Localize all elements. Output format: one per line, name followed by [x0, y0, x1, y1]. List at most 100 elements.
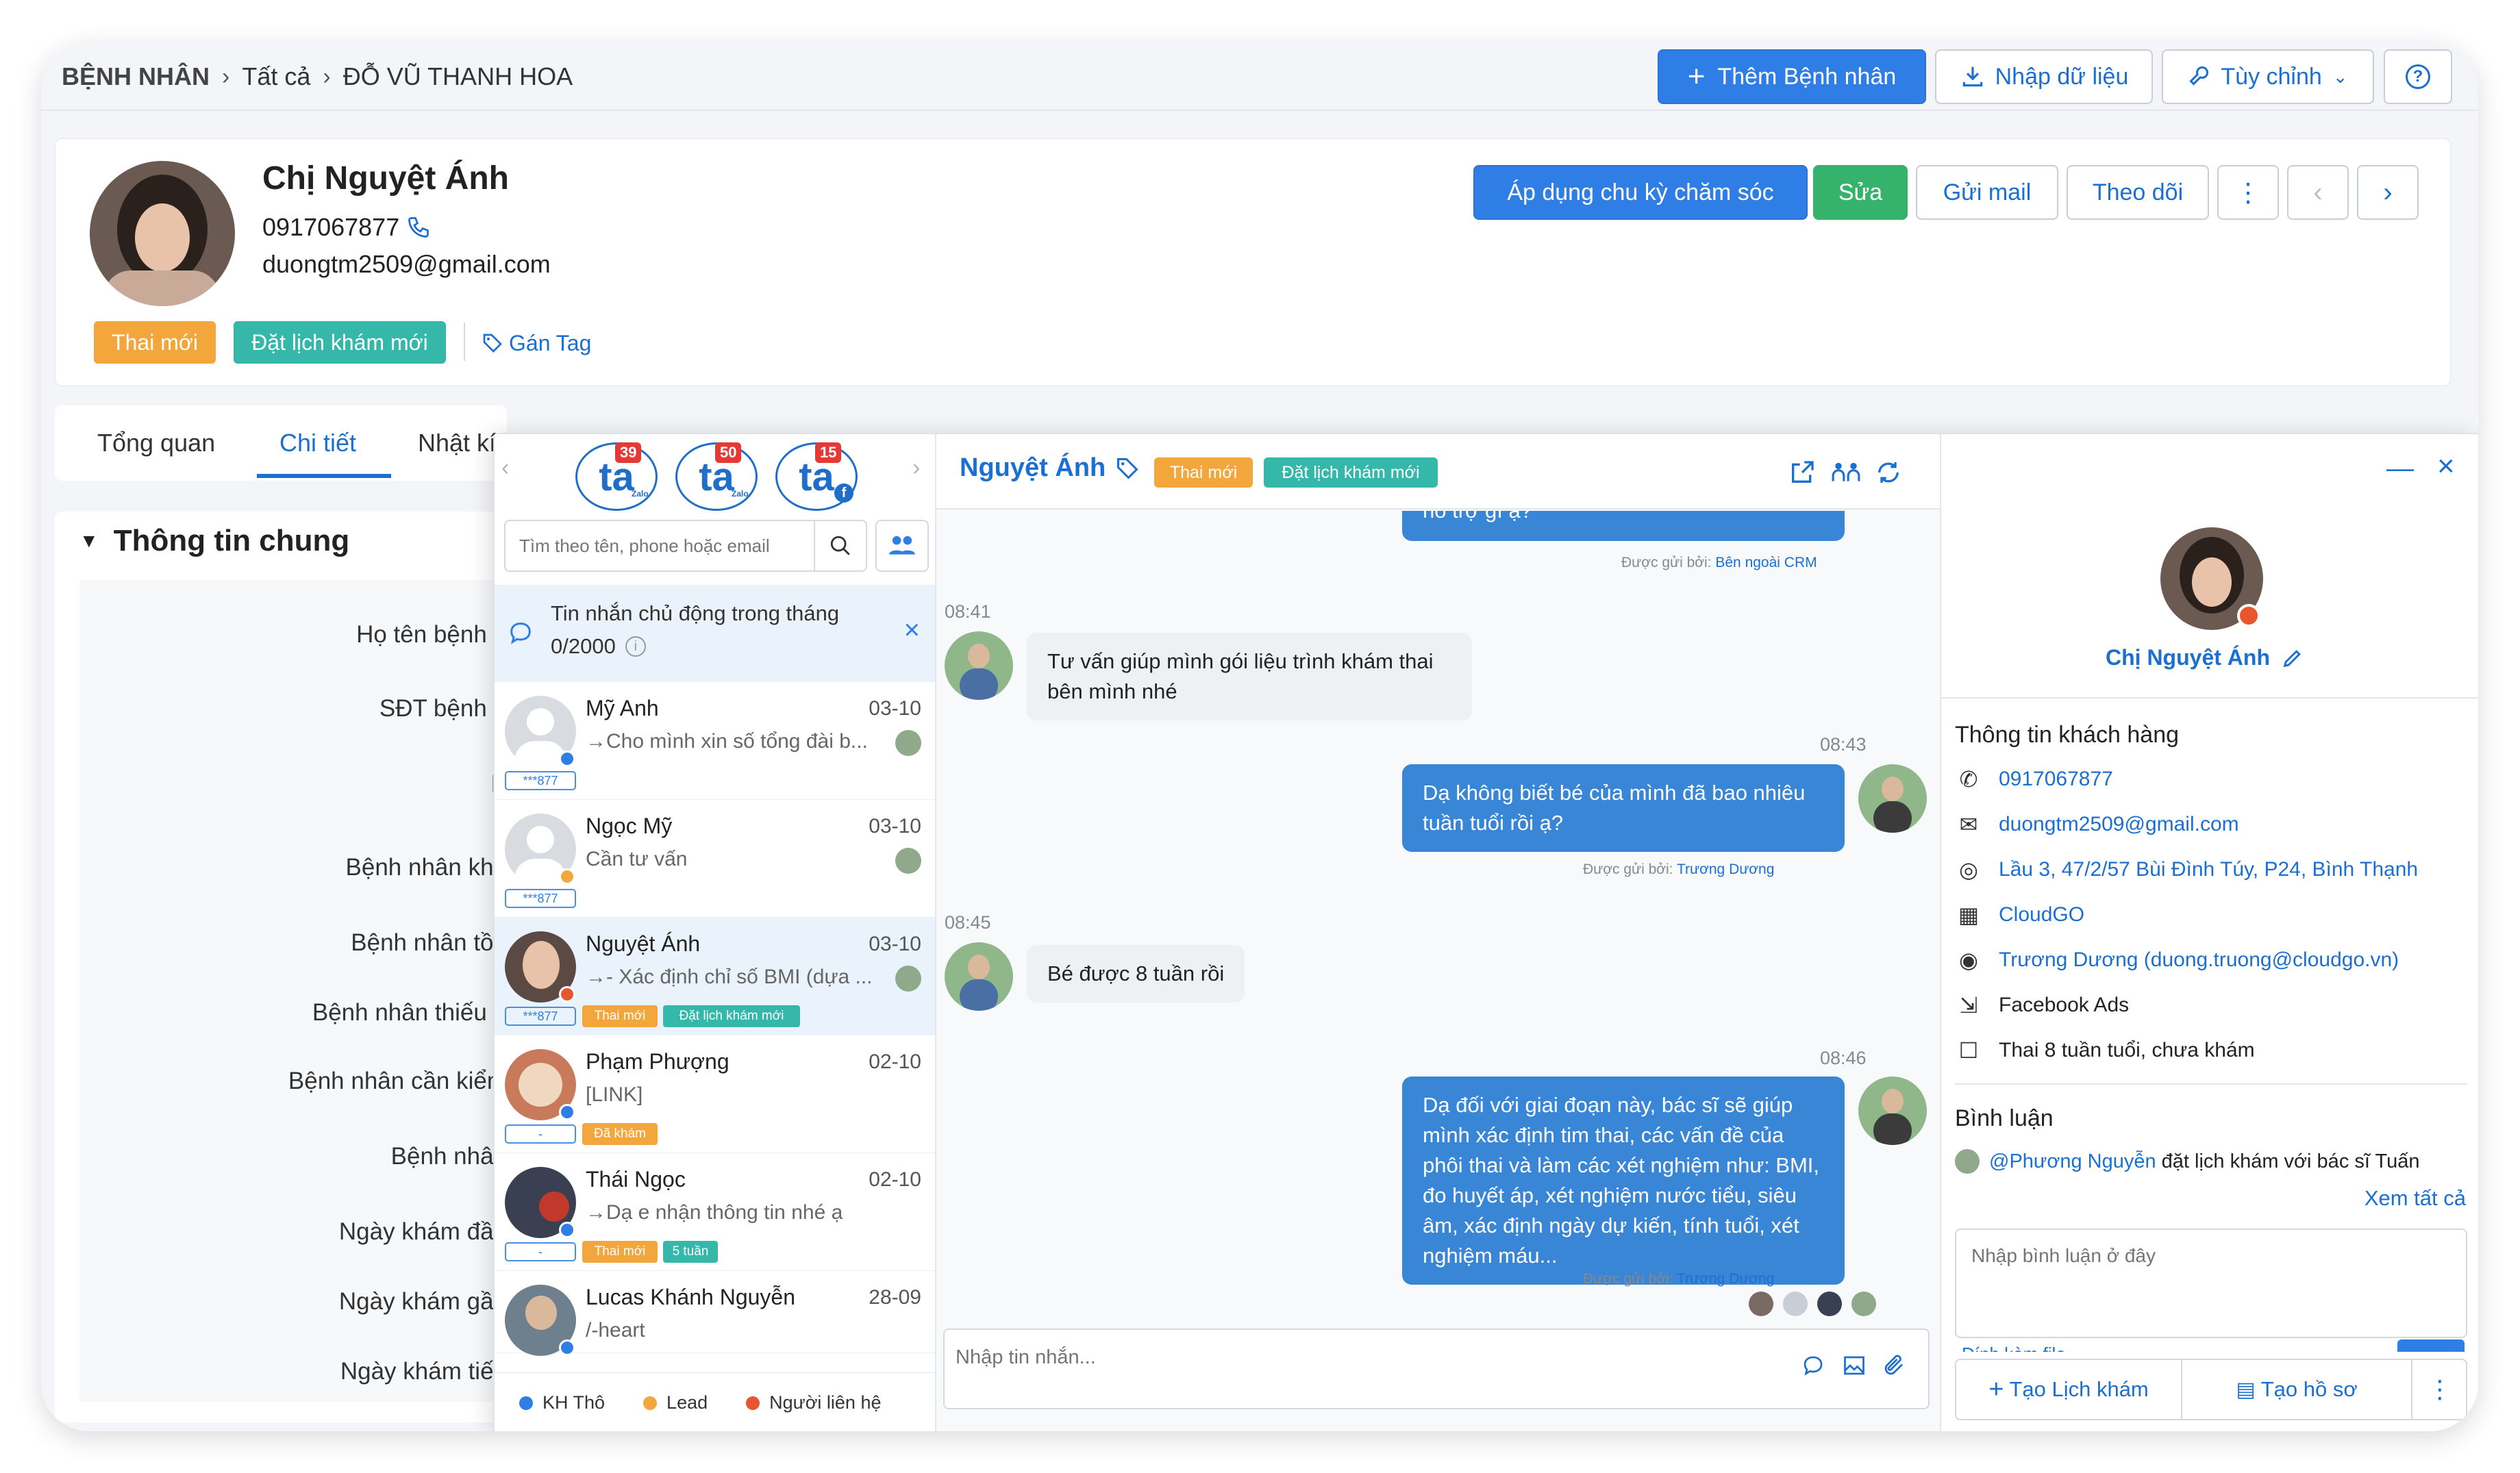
chevron-left-icon[interactable]: ‹ — [501, 455, 509, 481]
fields-panel: Họ tên bệnh n SĐT bệnh n E Bệnh nhân khó… — [79, 580, 507, 1402]
field-label: Ngày khám đầu — [338, 1218, 507, 1245]
comment-mention[interactable]: @Phương Nguyễn — [1989, 1150, 2156, 1173]
pencil-icon[interactable] — [2281, 646, 2304, 670]
conversation-item-active[interactable]: ***877 Thai mới Đặt lịch khám mới Nguyệt… — [495, 918, 935, 1035]
legend-dot — [643, 1396, 658, 1410]
apply-care-cycle-button[interactable]: Áp dụng chu kỳ chăm sóc — [1473, 165, 1808, 220]
phone-chip: ***877 — [505, 889, 576, 908]
conversation-list-panel: ‹ ta 39 Zalo ta 50 Zalo ta 15 f › Tin n — [495, 434, 936, 1431]
quick-reply-icon[interactable] — [1801, 1353, 1825, 1378]
attach-file-link[interactable]: Đính kèm file — [1962, 1337, 2291, 1352]
message-date: 02-10 — [869, 1168, 921, 1191]
quota-notice: Tin nhắn chủ động trong tháng 0/2000 i × — [495, 585, 935, 682]
contact-name: Lucas Khánh Nguyễn — [586, 1285, 795, 1309]
unread-badge: 15 — [815, 442, 842, 463]
chat-tag-new-pregnancy[interactable]: Thai mới — [1154, 457, 1253, 488]
phone-icon[interactable] — [406, 215, 431, 240]
phone-icon: ✆ — [1959, 767, 1978, 792]
next-record-button[interactable]: › — [2357, 165, 2419, 220]
transfer-users-icon[interactable] — [1831, 459, 1861, 486]
attachment-icon[interactable] — [1882, 1353, 1906, 1378]
customer-phone[interactable]: ✆ 0917067877 — [1955, 766, 2113, 793]
prev-record-button[interactable]: ‹ — [2287, 165, 2349, 220]
top-bar: BỆNH NHÂN › Tất cả › ĐỖ VŨ THANH HOA + T… — [41, 42, 2478, 111]
tag-new-pregnancy[interactable]: Thai mới — [94, 321, 216, 364]
divider — [1955, 1083, 2467, 1085]
caret-down-icon: ▼ — [79, 530, 99, 551]
tag-icon[interactable] — [1115, 456, 1140, 481]
conversation-item[interactable]: - Thai mới 5 tuần Thái Ngọc 02-10 →Dạ e … — [495, 1153, 935, 1271]
customer-email[interactable]: ✉ duongtm2509@gmail.com — [1955, 811, 2239, 838]
customer-owner[interactable]: ◉ Trương Dương (duong.truong@cloudgo.vn) — [1955, 946, 2399, 974]
chevron-right-icon[interactable]: › — [912, 455, 920, 481]
comment-input[interactable] — [1955, 1229, 2467, 1338]
status-dot — [559, 1104, 575, 1120]
field-label: Bệnh nhân khó — [345, 854, 507, 881]
conversation-item[interactable]: Lucas Khánh Nguyễn 28-09 /-heart — [495, 1271, 935, 1356]
refresh-icon[interactable] — [1875, 459, 1902, 486]
see-all-comments-link[interactable]: Xem tất cả — [2365, 1186, 2466, 1211]
chat-tag-new-appointment[interactable]: Đặt lịch khám mới — [1264, 457, 1438, 488]
customer-source: ⇲ Facebook Ads — [1955, 992, 2130, 1019]
minimize-icon[interactable]: — — [2386, 453, 2414, 484]
add-patient-button[interactable]: + Thêm Bệnh nhân — [1658, 49, 1926, 104]
contact-type-legend: KH Thô Lead Người liên hệ — [495, 1372, 935, 1431]
edit-button[interactable]: Sửa — [1813, 165, 1908, 220]
tag-new-appointment[interactable]: Đặt lịch khám mới — [234, 321, 446, 364]
unread-badge: 50 — [715, 442, 742, 463]
status-dot — [559, 868, 575, 885]
conversation-item[interactable]: ***877 Mỹ Anh 03-10 →Cho mình xin số tổn… — [495, 682, 935, 800]
info-icon[interactable]: i — [625, 636, 646, 657]
message-composer — [943, 1329, 1930, 1409]
contact-name: Mỹ Anh — [586, 696, 659, 720]
image-icon[interactable] — [1842, 1353, 1867, 1378]
customer-actions: + Tạo Lịch khám ▤ Tạo hồ sơ ⋮ — [1955, 1359, 2467, 1420]
breadcrumb-level1[interactable]: Tất cả — [242, 62, 310, 91]
chat-conversation-panel: Nguyệt Ánh Thai mới Đặt lịch khám mới hỗ… — [936, 434, 1940, 1431]
tab-detail[interactable]: Chi tiết — [279, 405, 356, 481]
sent-by-label: Được gửi bởi: Trương Dương — [1583, 1271, 1775, 1287]
send-comment-button[interactable] — [2397, 1339, 2465, 1352]
user-circle-icon: ◉ — [1959, 948, 1978, 972]
tab-log[interactable]: Nhật kí — [418, 405, 496, 481]
customer-address[interactable]: ◎ Lầu 3, 47/2/57 Bùi Đình Túy, P24, Bình … — [1955, 856, 2418, 883]
agent-avatar — [1858, 1077, 1927, 1145]
customer-company[interactable]: ▦ CloudGO — [1955, 901, 2084, 929]
conversation-item[interactable]: - Đã khám Phạm Phượng 02-10 [LINK] — [495, 1035, 935, 1153]
general-info-toggle[interactable]: ▼ Thông tin chung — [79, 524, 349, 558]
search-input[interactable] — [506, 521, 814, 570]
message-date: 03-10 — [869, 933, 921, 955]
message-input[interactable] — [945, 1330, 1767, 1385]
create-appointment-button[interactable]: + Tạo Lịch khám — [1956, 1360, 2182, 1419]
more-vertical-icon[interactable]: ⋮ — [2217, 165, 2279, 220]
close-icon[interactable]: × — [2437, 449, 2455, 483]
legend-dot — [519, 1396, 533, 1410]
facebook-icon: f — [834, 483, 853, 503]
tab-overview[interactable]: Tổng quan — [97, 405, 215, 481]
search-button[interactable] — [814, 521, 866, 570]
contact-name: Phạm Phượng — [586, 1049, 729, 1074]
send-mail-button[interactable]: Gửi mail — [1916, 165, 2058, 220]
seen-avatar — [1783, 1292, 1808, 1316]
close-icon[interactable]: × — [904, 615, 920, 646]
more-vertical-icon[interactable]: ⋮ — [2412, 1360, 2467, 1419]
group-filter-button[interactable] — [875, 520, 929, 572]
breadcrumb-root[interactable]: BỆNH NHÂN — [62, 62, 210, 91]
assign-tag-button[interactable]: Gán Tag — [482, 323, 591, 364]
import-data-button[interactable]: Nhập dữ liệu — [1935, 49, 2153, 104]
note-icon: ☐ — [1958, 1038, 1979, 1063]
conversation-item[interactable]: ***877 Ngọc Mỹ 03-10 Cần tư vấn — [495, 800, 935, 918]
customer-avatar — [945, 631, 1013, 700]
create-record-button[interactable]: ▤ Tạo hồ sơ — [2182, 1360, 2412, 1419]
chevron-right-icon: › — [2383, 177, 2393, 207]
customer-note: ☐ Thai 8 tuần tuổi, chưa khám — [1955, 1037, 2255, 1064]
status-dot — [559, 1222, 575, 1238]
customize-dropdown[interactable]: Tùy chỉnh ⌄ — [2162, 49, 2374, 104]
status-dot — [559, 751, 575, 767]
message-preview: →Cho mình xin số tổng đài b... — [586, 730, 868, 753]
field-label: Ngày khám tiếp — [340, 1358, 507, 1385]
follow-button[interactable]: Theo dõi — [2067, 165, 2209, 220]
help-button[interactable]: ? — [2384, 49, 2452, 104]
mail-icon: ✉ — [1959, 812, 1978, 837]
external-link-icon[interactable] — [1788, 459, 1816, 486]
